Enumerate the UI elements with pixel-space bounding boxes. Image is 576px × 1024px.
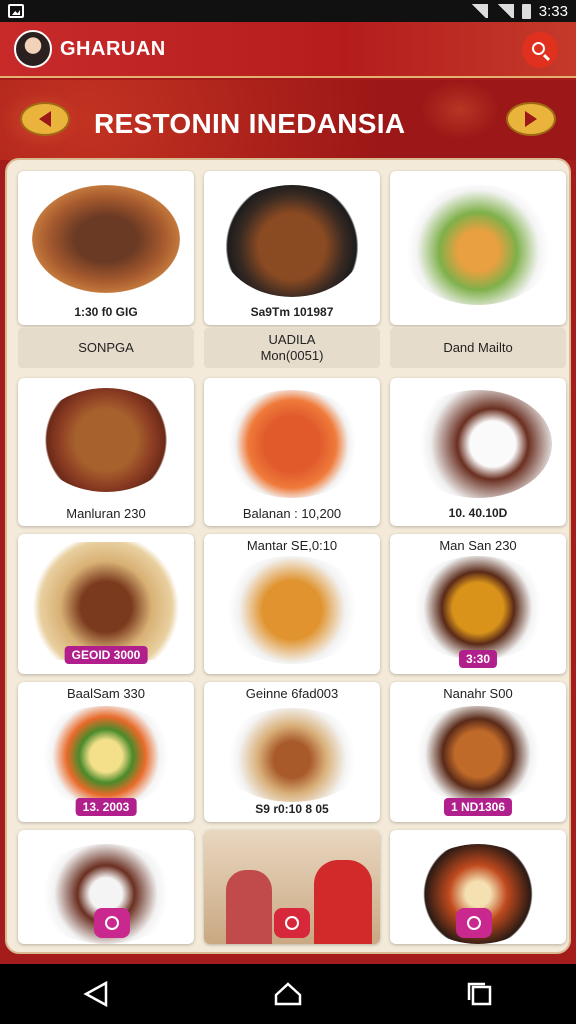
dish-name: Nanahr S00 bbox=[443, 686, 513, 701]
dish-name: BaalSam 330 bbox=[66, 686, 146, 701]
chat-bubble-icon bbox=[467, 916, 481, 930]
menu-card[interactable]: BaalSam 330 13. 2003 bbox=[18, 682, 194, 822]
signal-icon bbox=[495, 4, 514, 18]
back-button[interactable] bbox=[81, 979, 111, 1009]
favorite-button[interactable] bbox=[274, 908, 310, 938]
menu-card[interactable]: Mantar SE,0:10 bbox=[204, 534, 380, 674]
menu-card[interactable] bbox=[390, 171, 566, 325]
dish-image bbox=[404, 556, 552, 660]
dish-image bbox=[218, 390, 366, 498]
caption-box: Dand Mailto bbox=[390, 328, 566, 368]
heart-icon bbox=[285, 916, 299, 930]
price-label: Sa9Tm 101987 bbox=[250, 305, 334, 319]
price-badge: 1 ND1306 bbox=[443, 798, 513, 816]
caption-box: UADILA Mon(0051) bbox=[204, 328, 380, 368]
banner: RESTONIN INEDANSIA bbox=[0, 80, 576, 160]
menu-card[interactable]: GEOID 3000 bbox=[18, 534, 194, 674]
dish-image bbox=[32, 185, 180, 293]
status-time: 3:33 bbox=[538, 2, 568, 20]
price-label: S9 r0:10 8 05 bbox=[255, 802, 329, 816]
dish-name: UADILA Mon(0051) bbox=[260, 332, 324, 363]
back-icon bbox=[83, 981, 108, 1007]
app-header: GHARUAN bbox=[0, 22, 576, 78]
price-label: 10. 40.10D bbox=[448, 506, 508, 520]
gallery-notification-icon bbox=[8, 4, 24, 18]
dish-name: Mantar SE,0:10 bbox=[246, 538, 338, 553]
favorite-button[interactable] bbox=[94, 908, 130, 938]
chevron-right-icon bbox=[525, 111, 537, 127]
dish-image bbox=[404, 390, 552, 498]
price-badge: 13. 2003 bbox=[75, 798, 137, 816]
menu-card[interactable]: 1:30 f0 GIG bbox=[18, 171, 194, 325]
dish-name: Geinne 6fad003 bbox=[245, 686, 339, 701]
menu-grid: 1:30 f0 GIG Sa9Tm 101987 SONPGA UADILA M… bbox=[5, 158, 571, 954]
menu-card[interactable]: Geinne 6fad003 S9 r0:10 8 05 bbox=[204, 682, 380, 822]
search-button[interactable] bbox=[522, 32, 558, 68]
page-title: RESTONIN INEDANSIA bbox=[94, 108, 406, 139]
menu-card[interactable] bbox=[390, 830, 566, 944]
dish-image bbox=[400, 185, 556, 305]
battery-icon bbox=[521, 3, 531, 19]
chat-button[interactable] bbox=[456, 908, 492, 938]
prev-arrow-button[interactable] bbox=[20, 102, 70, 136]
menu-card[interactable]: Sa9Tm 101987 bbox=[204, 171, 380, 325]
dish-name: Balanan : 10,200 bbox=[242, 506, 342, 521]
menu-card[interactable]: Manluran 230 bbox=[18, 378, 194, 526]
dish-image bbox=[404, 706, 552, 802]
next-arrow-button[interactable] bbox=[506, 102, 556, 136]
recents-icon bbox=[467, 982, 492, 1006]
status-bar: 3:33 bbox=[0, 0, 576, 22]
price-badge: 3:30 bbox=[458, 650, 498, 668]
search-icon bbox=[532, 42, 545, 55]
price-badge: GEOID 3000 bbox=[64, 646, 148, 664]
person-figure bbox=[314, 860, 372, 944]
dish-image bbox=[220, 185, 364, 297]
dish-name: Manluran 230 bbox=[66, 506, 146, 521]
menu-card[interactable] bbox=[204, 830, 380, 944]
caption-box: SONPGA bbox=[18, 328, 194, 368]
menu-card[interactable]: 10. 40.10D bbox=[390, 378, 566, 526]
dish-image bbox=[28, 542, 184, 660]
dish-name: SONPGA bbox=[78, 340, 134, 355]
floral-decoration bbox=[420, 80, 500, 140]
dish-name: Man San 230 bbox=[439, 538, 517, 553]
recents-button[interactable] bbox=[465, 979, 495, 1009]
dish-image bbox=[32, 706, 180, 806]
price-label: 1:30 f0 GIG bbox=[74, 305, 138, 319]
menu-card[interactable]: Nanahr S00 1 ND1306 bbox=[390, 682, 566, 822]
dish-image bbox=[218, 556, 366, 664]
app-name: GHARUAN bbox=[60, 37, 166, 60]
dish-image bbox=[36, 388, 176, 492]
avatar[interactable] bbox=[14, 30, 52, 68]
wifi-icon bbox=[469, 4, 488, 18]
menu-card[interactable] bbox=[18, 830, 194, 944]
person-figure bbox=[226, 870, 272, 944]
chevron-left-icon bbox=[39, 111, 51, 127]
menu-card[interactable]: Man San 230 3:30 bbox=[390, 534, 566, 674]
home-icon bbox=[274, 982, 302, 1006]
dish-image bbox=[218, 708, 366, 802]
menu-card[interactable]: Balanan : 10,200 bbox=[204, 378, 380, 526]
dish-name: Dand Mailto bbox=[443, 340, 513, 355]
home-button[interactable] bbox=[273, 979, 303, 1009]
heart-icon bbox=[105, 916, 119, 930]
system-nav-bar bbox=[0, 964, 576, 1024]
